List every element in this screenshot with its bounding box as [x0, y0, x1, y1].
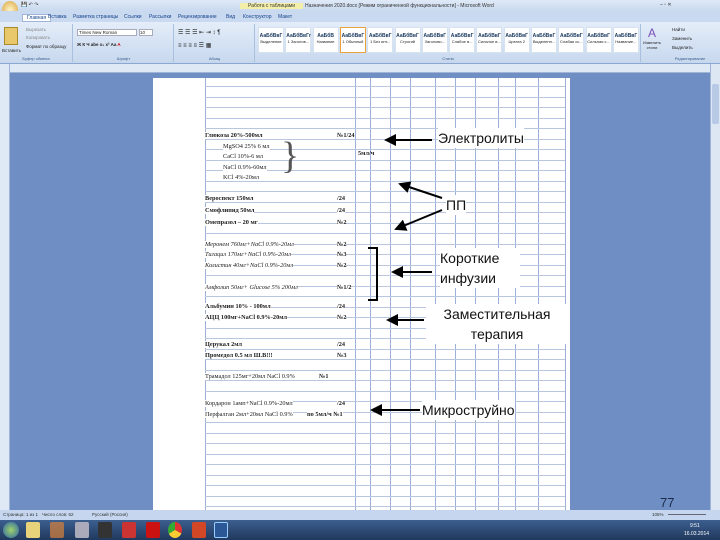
app-icon[interactable] [75, 522, 89, 538]
zoom-level[interactable]: 105% [652, 512, 664, 517]
slide-number: 77 [660, 495, 675, 510]
taskbar: 9:51 16.03.2014 [0, 520, 720, 540]
start-button[interactable] [3, 522, 19, 538]
status-bar: Страница: 1 из 1 Число слов: 62 Русский … [0, 510, 720, 520]
page-count[interactable]: Страница: 1 из 1 [3, 512, 38, 517]
zoom-slider[interactable] [668, 514, 706, 515]
annotation-short-infusions: Короткие инфузии [440, 248, 520, 288]
app2-icon[interactable] [98, 522, 112, 538]
annotation-electrolytes: Электролиты [438, 128, 524, 148]
annotation-micro: Микроструйно [422, 400, 515, 420]
word-count[interactable]: Число слов: 62 [42, 512, 74, 517]
tray-time[interactable]: 9:51 [690, 523, 700, 529]
app3-icon[interactable] [122, 522, 136, 538]
acrobat-icon[interactable] [146, 522, 160, 538]
annotation-replacement: Заместительная терапия [426, 304, 568, 344]
chrome-icon[interactable] [168, 522, 182, 538]
tray-date[interactable]: 16.03.2014 [684, 531, 709, 537]
annotation-pp: ПП [446, 195, 467, 215]
word-icon[interactable] [214, 522, 228, 538]
arrow-pp-1 [398, 181, 443, 199]
media-icon[interactable] [50, 522, 64, 538]
powerpoint-icon[interactable] [192, 522, 206, 538]
bracket-short-infusions [368, 247, 378, 301]
explorer-icon[interactable] [26, 522, 40, 538]
arrow-pp-2 [394, 209, 443, 231]
language[interactable]: Русский (Россия) [92, 512, 128, 517]
annotation-arrows [368, 134, 443, 416]
